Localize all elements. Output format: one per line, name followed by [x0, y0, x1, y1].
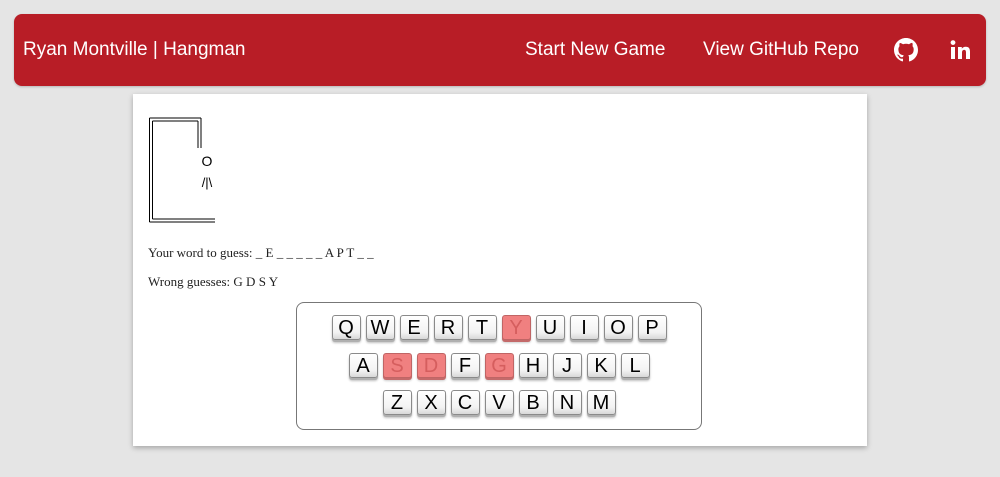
- key-e[interactable]: E: [399, 315, 429, 340]
- key-y[interactable]: Y: [501, 315, 531, 340]
- key-s[interactable]: S: [382, 353, 412, 378]
- key-g[interactable]: G: [484, 353, 514, 378]
- key-l[interactable]: L: [620, 353, 650, 378]
- wrong-guesses: Wrong guesses: G D S Y: [148, 274, 278, 290]
- word-display: _ E _ _ _ _ _ A P T _ _: [255, 245, 374, 260]
- key-t[interactable]: T: [467, 315, 497, 340]
- key-o[interactable]: O: [603, 315, 633, 340]
- view-github-repo-link[interactable]: View GitHub Repo: [703, 14, 859, 86]
- wrong-label: Wrong guesses:: [148, 274, 231, 289]
- key-n[interactable]: N: [552, 390, 582, 415]
- key-u[interactable]: U: [535, 315, 565, 340]
- linkedin-icon[interactable]: [948, 38, 972, 62]
- key-j[interactable]: J: [552, 353, 582, 378]
- key-r[interactable]: R: [433, 315, 463, 340]
- keyboard-row-2: A S D F G H J K L: [297, 353, 701, 378]
- key-w[interactable]: W: [365, 315, 395, 340]
- key-z[interactable]: Z: [382, 390, 412, 415]
- brand-title[interactable]: Ryan Montville | Hangman: [23, 14, 245, 86]
- key-c[interactable]: C: [450, 390, 480, 415]
- key-x[interactable]: X: [416, 390, 446, 415]
- github-icon[interactable]: [894, 38, 918, 62]
- key-h[interactable]: H: [518, 353, 548, 378]
- keyboard-row-3: Z X C V B N M: [297, 390, 701, 415]
- wrong-letters: G D S Y: [233, 274, 279, 289]
- key-v[interactable]: V: [484, 390, 514, 415]
- key-f[interactable]: F: [450, 353, 480, 378]
- hangman-body: /|\: [202, 175, 213, 190]
- key-k[interactable]: K: [586, 353, 616, 378]
- key-a[interactable]: A: [348, 353, 378, 378]
- key-b[interactable]: B: [518, 390, 548, 415]
- hangman-drawing: O /|\: [149, 117, 215, 223]
- start-new-game-link[interactable]: Start New Game: [525, 14, 665, 86]
- key-i[interactable]: I: [569, 315, 599, 340]
- key-q[interactable]: Q: [331, 315, 361, 340]
- key-p[interactable]: P: [637, 315, 667, 340]
- keyboard-row-1: Q W E R T Y U I O P: [297, 315, 701, 340]
- word-to-guess: Your word to guess: _ E _ _ _ _ _ A P T …: [148, 245, 374, 261]
- key-d[interactable]: D: [416, 353, 446, 378]
- letter-keyboard: Q W E R T Y U I O P A S D F G H J K L Z …: [296, 302, 702, 430]
- key-m[interactable]: M: [586, 390, 616, 415]
- word-label: Your word to guess:: [148, 245, 253, 260]
- game-card: O /|\ Your word to guess: _ E _ _ _ _ _ …: [133, 94, 867, 446]
- navbar: Ryan Montville | Hangman Start New Game …: [14, 14, 986, 86]
- hangman-head: O: [202, 153, 213, 169]
